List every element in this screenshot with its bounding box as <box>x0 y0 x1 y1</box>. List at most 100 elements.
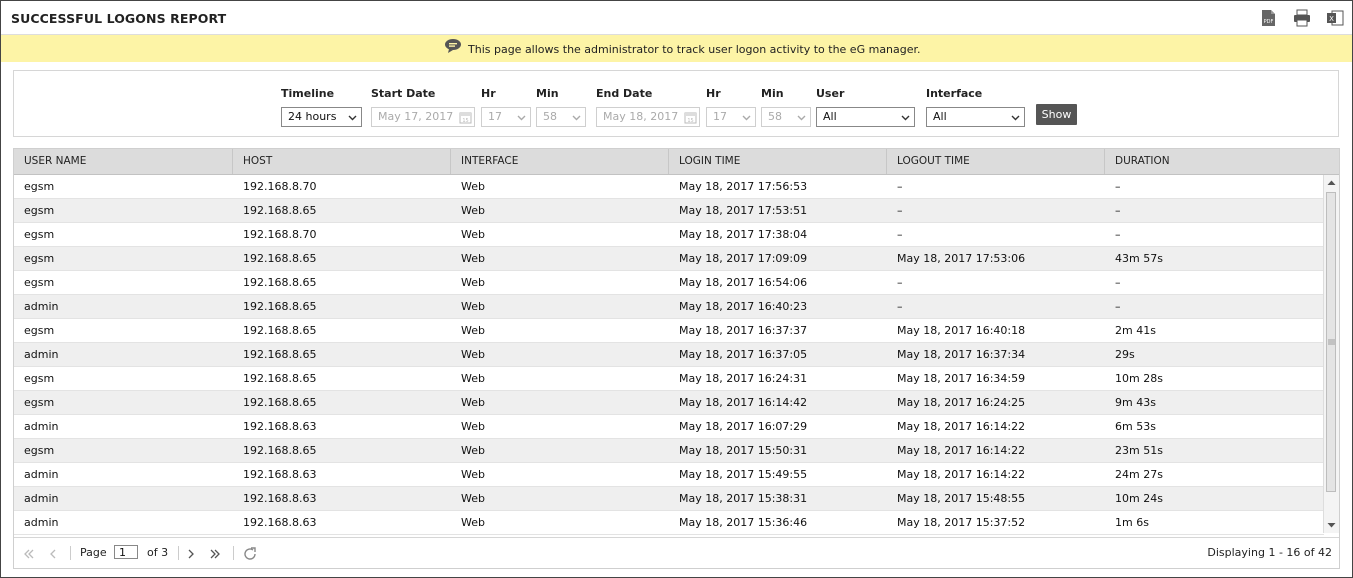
column-header-host[interactable]: HOST <box>233 149 451 174</box>
user-name-cell: egsm <box>24 372 55 385</box>
table-row[interactable]: egsm 192.168.8.65 Web May 18, 2017 17:53:51… <box>14 199 1324 223</box>
chevron-down-icon <box>517 115 526 121</box>
table-row[interactable]: egsm 192.168.8.65 Web May 18, 2017 15:50:31… <box>14 439 1324 463</box>
column-header-logout-time[interactable]: LOGOUT TIME <box>887 149 1105 174</box>
interface-cell: Web <box>461 252 485 265</box>
first-page-icon[interactable] <box>22 547 36 561</box>
table-row[interactable]: admin 192.168.8.63 Web May 18, 2017 15:49:5… <box>14 463 1324 487</box>
logout-time-cell: – <box>897 204 903 217</box>
vertical-scrollbar[interactable] <box>1323 175 1339 533</box>
interface-cell: Web <box>461 492 485 505</box>
duration-cell: 43m 57s <box>1115 252 1163 265</box>
start-min-value: 58 <box>543 110 557 123</box>
end-date-value: May 18, 2017 <box>603 110 679 123</box>
end-min-select[interactable]: 58 <box>761 107 811 127</box>
column-header-login-time[interactable]: LOGIN TIME <box>669 149 887 174</box>
end-hr-select[interactable]: 17 <box>706 107 756 127</box>
table-row[interactable]: egsm 192.168.8.65 Web May 18, 2017 16:24:31… <box>14 367 1324 391</box>
user-name-cell: egsm <box>24 180 55 193</box>
table-row[interactable]: egsm 192.168.8.65 Web May 18, 2017 17:09:09… <box>14 247 1324 271</box>
grip-icon <box>1328 339 1335 345</box>
host-cell: 192.168.8.70 <box>243 228 317 241</box>
table-row[interactable]: egsm 192.168.8.70 Web May 18, 2017 17:56:53… <box>14 175 1324 199</box>
table-row[interactable]: egsm 192.168.8.65 Web May 18, 2017 16:37:37… <box>14 319 1324 343</box>
interface-value: All <box>933 110 947 123</box>
logout-time-cell: – <box>897 228 903 241</box>
display-summary: Displaying 1 - 16 of 42 <box>1207 546 1332 559</box>
calendar-icon[interactable]: 15 <box>459 111 472 124</box>
interface-cell: Web <box>461 348 485 361</box>
login-time-cell: May 18, 2017 15:50:31 <box>679 444 808 457</box>
next-page-icon[interactable] <box>184 547 198 561</box>
user-name-cell: egsm <box>24 444 55 457</box>
excel-icon[interactable]: X <box>1326 9 1344 27</box>
scrollbar-thumb[interactable] <box>1326 192 1336 492</box>
user-label: User <box>816 87 845 100</box>
scroll-down-icon[interactable] <box>1327 522 1336 529</box>
login-time-cell: May 18, 2017 16:40:23 <box>679 300 808 313</box>
login-time-cell: May 18, 2017 16:24:31 <box>679 372 808 385</box>
refresh-icon[interactable] <box>242 546 258 562</box>
pdf-icon[interactable]: PDF <box>1259 9 1277 27</box>
user-name-cell: egsm <box>24 324 55 337</box>
logout-time-cell: May 18, 2017 16:40:18 <box>897 324 1026 337</box>
table-row[interactable]: admin 192.168.8.63 Web May 18, 2017 15:36:4… <box>14 511 1324 535</box>
table-row[interactable]: egsm 192.168.8.65 Web May 18, 2017 16:54:06… <box>14 271 1324 295</box>
pagination-bar: Page 1 of 3 Displaying 1 - 16 of 42 <box>14 537 1339 568</box>
svg-text:PDF: PDF <box>1264 19 1274 25</box>
last-page-icon[interactable] <box>208 547 222 561</box>
end-date-field[interactable]: May 18, 2017 15 <box>596 107 700 127</box>
timeline-label: Timeline <box>281 87 335 100</box>
start-hr-select[interactable]: 17 <box>481 107 531 127</box>
end-min-label: Min <box>761 87 784 100</box>
table-row[interactable]: admin 192.168.8.63 Web May 18, 2017 16:07:2… <box>14 415 1324 439</box>
user-select[interactable]: All <box>816 107 915 127</box>
show-button[interactable]: Show <box>1036 104 1077 125</box>
table-row[interactable]: egsm 192.168.8.65 Web May 18, 2017 16:14:42… <box>14 391 1324 415</box>
user-name-cell: admin <box>24 468 59 481</box>
table-row[interactable]: admin 192.168.8.65 Web May 18, 2017 16:37:0… <box>14 343 1324 367</box>
user-name-cell: egsm <box>24 252 55 265</box>
start-date-field[interactable]: May 17, 2017 15 <box>371 107 475 127</box>
page-number-input[interactable]: 1 <box>114 545 138 559</box>
login-time-cell: May 18, 2017 16:37:37 <box>679 324 808 337</box>
table-row[interactable]: egsm 192.168.8.70 Web May 18, 2017 17:38:04… <box>14 223 1324 247</box>
start-hr-label: Hr <box>481 87 496 100</box>
column-header-user-name[interactable]: USER NAME <box>14 149 233 174</box>
report-window: SUCCESSFUL LOGONS REPORT PDF X This page… <box>0 0 1353 578</box>
login-time-cell: May 18, 2017 16:54:06 <box>679 276 808 289</box>
interface-cell: Web <box>461 324 485 337</box>
logout-time-cell: – <box>897 276 903 289</box>
table-body: egsm 192.168.8.70 Web May 18, 2017 17:56:53… <box>14 175 1324 535</box>
interface-cell: Web <box>461 516 485 529</box>
user-name-cell: egsm <box>24 228 55 241</box>
column-header-interface[interactable]: INTERFACE <box>451 149 669 174</box>
host-cell: 192.168.8.65 <box>243 204 317 217</box>
host-cell: 192.168.8.65 <box>243 276 317 289</box>
end-hr-value: 17 <box>713 110 727 123</box>
scroll-up-icon[interactable] <box>1327 179 1336 186</box>
page-count: of 3 <box>147 546 169 559</box>
table-row[interactable]: admin 192.168.8.65 Web May 18, 2017 16:40:2… <box>14 295 1324 319</box>
start-min-select[interactable]: 58 <box>536 107 586 127</box>
duration-cell: – <box>1115 228 1121 241</box>
user-value: All <box>823 110 837 123</box>
timeline-select[interactable]: 24 hours <box>281 107 362 127</box>
print-icon[interactable] <box>1293 9 1311 27</box>
start-min-label: Min <box>536 87 559 100</box>
pager-separator <box>70 546 71 560</box>
login-time-cell: May 18, 2017 15:49:55 <box>679 468 808 481</box>
end-date-label: End Date <box>596 87 653 100</box>
user-name-cell: egsm <box>24 276 55 289</box>
interface-select[interactable]: All <box>926 107 1025 127</box>
duration-cell: – <box>1115 204 1121 217</box>
duration-cell: 24m 27s <box>1115 468 1163 481</box>
table-row[interactable]: admin 192.168.8.63 Web May 18, 2017 15:38:3… <box>14 487 1324 511</box>
login-time-cell: May 18, 2017 17:09:09 <box>679 252 808 265</box>
title-bar: SUCCESSFUL LOGONS REPORT PDF X <box>1 1 1352 35</box>
info-banner-text: This page allows the administrator to tr… <box>468 43 921 56</box>
login-time-cell: May 18, 2017 17:56:53 <box>679 180 808 193</box>
column-header-duration[interactable]: DURATION <box>1105 149 1339 174</box>
calendar-icon[interactable]: 15 <box>684 111 697 124</box>
previous-page-icon[interactable] <box>46 547 60 561</box>
